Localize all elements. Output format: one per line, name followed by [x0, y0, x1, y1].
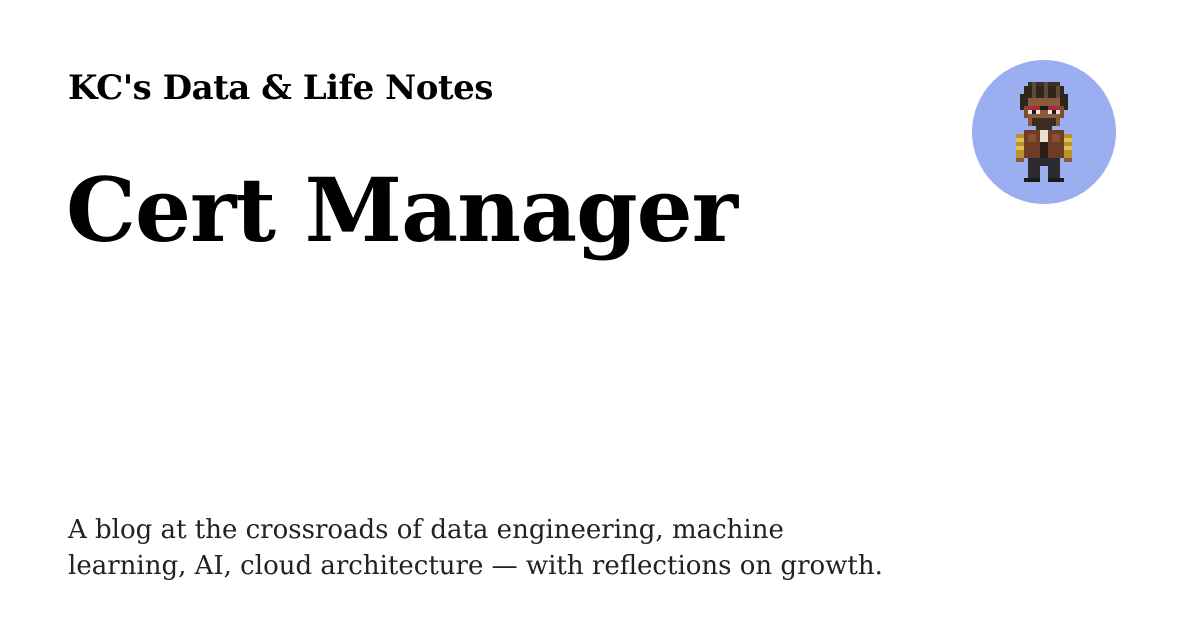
social-card: KC's Data & Life Notes Cert Manager A bl… [0, 0, 1200, 630]
post-title: Cert Manager [66, 158, 738, 262]
site-description: A blog at the crossroads of data enginee… [68, 515, 883, 581]
site-name: KC's Data & Life Notes [68, 68, 493, 108]
pixel-art-character-icon [1016, 82, 1072, 182]
avatar [972, 60, 1116, 204]
